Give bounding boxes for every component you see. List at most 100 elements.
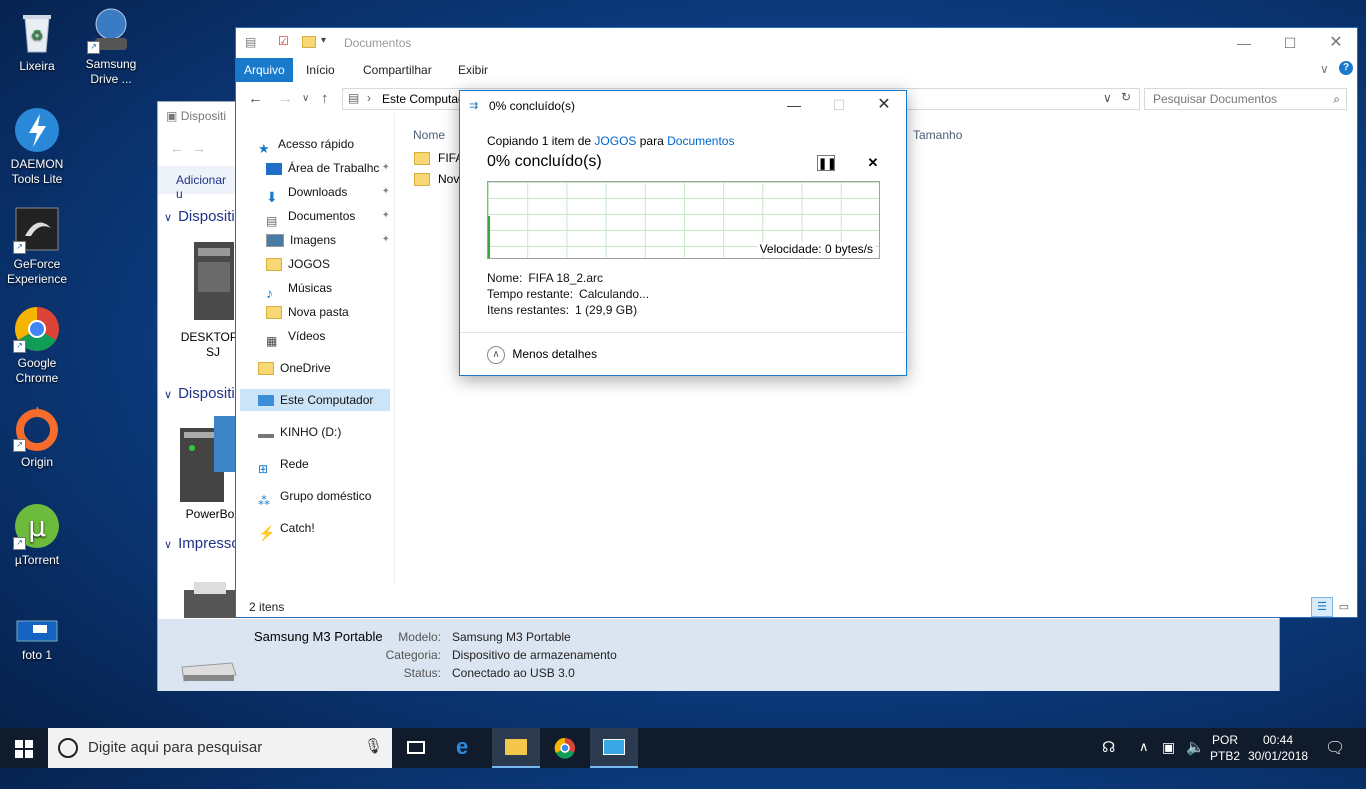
nav-item-catch[interactable]: ⚡ Catch! (258, 517, 315, 541)
minimize-button[interactable]: — (771, 91, 817, 119)
forward-arrow-icon[interactable]: → (278, 90, 293, 107)
nav-item-downloads[interactable]: ⬇ Downloads ✦ (266, 181, 390, 205)
list-item[interactable]: FIFA (414, 148, 463, 168)
large-icons-view-icon[interactable]: ▭ (1335, 598, 1353, 616)
clock-date[interactable]: 30/01/2018 (1248, 749, 1308, 789)
desktop-icon-google-chrome[interactable]: ↗ Google Chrome (0, 305, 74, 386)
new-folder-icon[interactable] (302, 36, 316, 48)
action-center-icon[interactable]: 🗨 (1325, 738, 1345, 778)
column-header-name[interactable]: Nome (413, 128, 445, 142)
tab-exibir[interactable]: Exibir (450, 58, 496, 82)
detail-name: Nome: FIFA 18_2.arc (487, 271, 604, 285)
address-dropdown-icon[interactable]: ∨ (1103, 91, 1112, 105)
search-input[interactable]: Pesquisar Documentos ⌕ (1144, 88, 1347, 110)
model-value: Samsung M3 Portable (452, 630, 571, 644)
image-file-icon (13, 617, 61, 645)
nav-item-videos[interactable]: ▦ Vídeos (266, 325, 325, 348)
tab-arquivo[interactable]: Arquivo (236, 58, 293, 82)
properties-icon[interactable]: ▤ (245, 35, 256, 49)
source-link[interactable]: JOGOS (594, 134, 636, 148)
pin-icon[interactable]: ✦ (382, 157, 390, 179)
taskbar-file-explorer[interactable] (492, 728, 540, 768)
item-count: 2 itens (249, 600, 285, 614)
desktop-icon-utorrent[interactable]: µ ↗ µTorrent (0, 502, 74, 568)
less-details-button[interactable]: ∧ Menos detalhes (487, 346, 597, 364)
network-icon: ⊞ (258, 461, 269, 476)
desktop-icon-daemon-tools[interactable]: DAEMON Tools Lite (0, 106, 74, 187)
maximize-button[interactable]: ☐ (816, 91, 862, 119)
taskbar-search-input[interactable]: Digite aqui para pesquisar 🎙 (48, 728, 392, 768)
section-header[interactable]: ∨ Dispositi (164, 385, 235, 402)
desktop-icon-foto-1[interactable]: foto 1 (0, 617, 74, 663)
tab-compartilhar[interactable]: Compartilhar (355, 58, 440, 82)
column-header-size[interactable]: Tamanho (913, 128, 962, 142)
details-view-icon[interactable]: ☰ (1311, 597, 1333, 617)
section-header[interactable]: ∨ Dispositi (164, 208, 235, 225)
download-arrow-icon: ⬇ (266, 188, 278, 205)
network-icon[interactable]: ▣ (1162, 739, 1175, 779)
nav-item-este-computador[interactable]: Este Computador (240, 389, 390, 411)
nav-item-grupo-domestico[interactable]: ⁂ Grupo doméstico (258, 485, 371, 508)
desktop-icon-recycle-bin[interactable]: ♻ Lixeira (0, 8, 74, 74)
pause-button[interactable]: ❚❚ (817, 155, 836, 171)
windows-start-icon[interactable] (15, 740, 33, 758)
shortcut-arrow-icon: ↗ (13, 439, 26, 452)
chevron-down-icon: ∨ (164, 212, 173, 224)
tab-inicio[interactable]: Início (298, 58, 343, 82)
nav-item-onedrive[interactable]: OneDrive (258, 357, 331, 379)
section-header[interactable]: ∨ Impresso (164, 535, 240, 552)
maximize-button[interactable]: ☐ (1267, 28, 1313, 58)
documents-icon: ▤ (266, 213, 278, 228)
nav-item-documentos[interactable]: ▤ Documentos ✦ (266, 205, 390, 228)
minimize-button[interactable]: — (1221, 28, 1267, 58)
desktop-icon-label: µTorrent (14, 553, 60, 567)
back-arrow-icon[interactable]: ← (248, 90, 263, 107)
desktop-icon-origin[interactable]: ↗ Origin (0, 404, 74, 470)
task-view-button[interactable] (392, 728, 440, 768)
search-icon[interactable]: ⌕ (1333, 89, 1340, 109)
taskbar-chrome[interactable] (541, 728, 589, 768)
microphone-icon[interactable]: 🎙 (364, 737, 383, 755)
people-icon[interactable]: ☊ (1102, 738, 1115, 778)
pin-icon[interactable]: ✦ (382, 205, 390, 227)
explorer-titlebar[interactable]: ▤ ☑ ▾ Documentos — ☐ ✕ (236, 28, 1357, 58)
taskbar-devices[interactable] (590, 728, 638, 768)
destination-link[interactable]: Documentos (667, 134, 734, 148)
close-button[interactable]: ✕ (861, 91, 907, 119)
nav-item-area-de-trabalho[interactable]: Área de Trabalhc ✦ (266, 157, 390, 179)
add-device-button[interactable]: Adicionar u (176, 173, 236, 201)
volume-icon[interactable]: 🔈 (1186, 738, 1205, 778)
nav-item-imagens[interactable]: Imagens ✦ (266, 229, 390, 251)
printer-icon (180, 580, 240, 620)
keyboard-layout[interactable]: PTB2 (1210, 749, 1240, 789)
nav-item-kinho-d[interactable]: KINHO (D:) (258, 421, 341, 443)
desktop-icon-geforce-experience[interactable]: ↗ GeForce Experience (0, 206, 74, 287)
up-arrow-icon[interactable]: ↑ (321, 90, 329, 107)
expand-ribbon-icon[interactable]: ∨ (1320, 62, 1329, 76)
close-button[interactable]: ✕ (1313, 28, 1359, 58)
nav-item-acesso-rapido[interactable]: ★ Acesso rápido (258, 133, 388, 156)
progress-text: 0% concluído(s) (487, 153, 602, 170)
quick-access-dropdown-icon[interactable]: ▾ (321, 35, 326, 46)
checkmark-icon[interactable]: ☑ (278, 34, 289, 48)
status-label: Status: (403, 666, 441, 680)
recent-locations-icon[interactable]: ∨ (302, 93, 309, 104)
nav-item-musicas[interactable]: ♪ Músicas (266, 277, 332, 301)
documents-icon: ▤ (348, 91, 360, 105)
desktop-icon-samsung-drive[interactable]: ↗ Samsung Drive ... (74, 6, 148, 87)
detail-time-remaining: Tempo restante: Calculando... (487, 287, 650, 301)
copy-progress-dialog[interactable]: ⇉ 0% concluído(s) — ☐ ✕ Copiando 1 item … (459, 90, 907, 376)
pin-icon[interactable]: ✦ (382, 229, 390, 251)
divider (460, 332, 906, 333)
pin-icon[interactable]: ✦ (382, 181, 390, 203)
cancel-button[interactable]: ✕ (864, 155, 882, 171)
nav-item-rede[interactable]: ⊞ Rede (258, 453, 309, 476)
refresh-icon[interactable]: ↻ (1121, 90, 1131, 104)
help-icon[interactable]: ? (1339, 61, 1353, 75)
taskbar-edge[interactable]: e (443, 728, 491, 768)
breadcrumb[interactable]: Este Computad (382, 92, 465, 106)
nav-item-nova-pasta[interactable]: Nova pasta (266, 301, 349, 323)
nav-item-jogos[interactable]: JOGOS (266, 253, 330, 275)
back-arrow-icon[interactable]: ← → (170, 140, 206, 156)
show-hidden-icons-chevron-icon[interactable]: ∧ (1139, 739, 1149, 779)
